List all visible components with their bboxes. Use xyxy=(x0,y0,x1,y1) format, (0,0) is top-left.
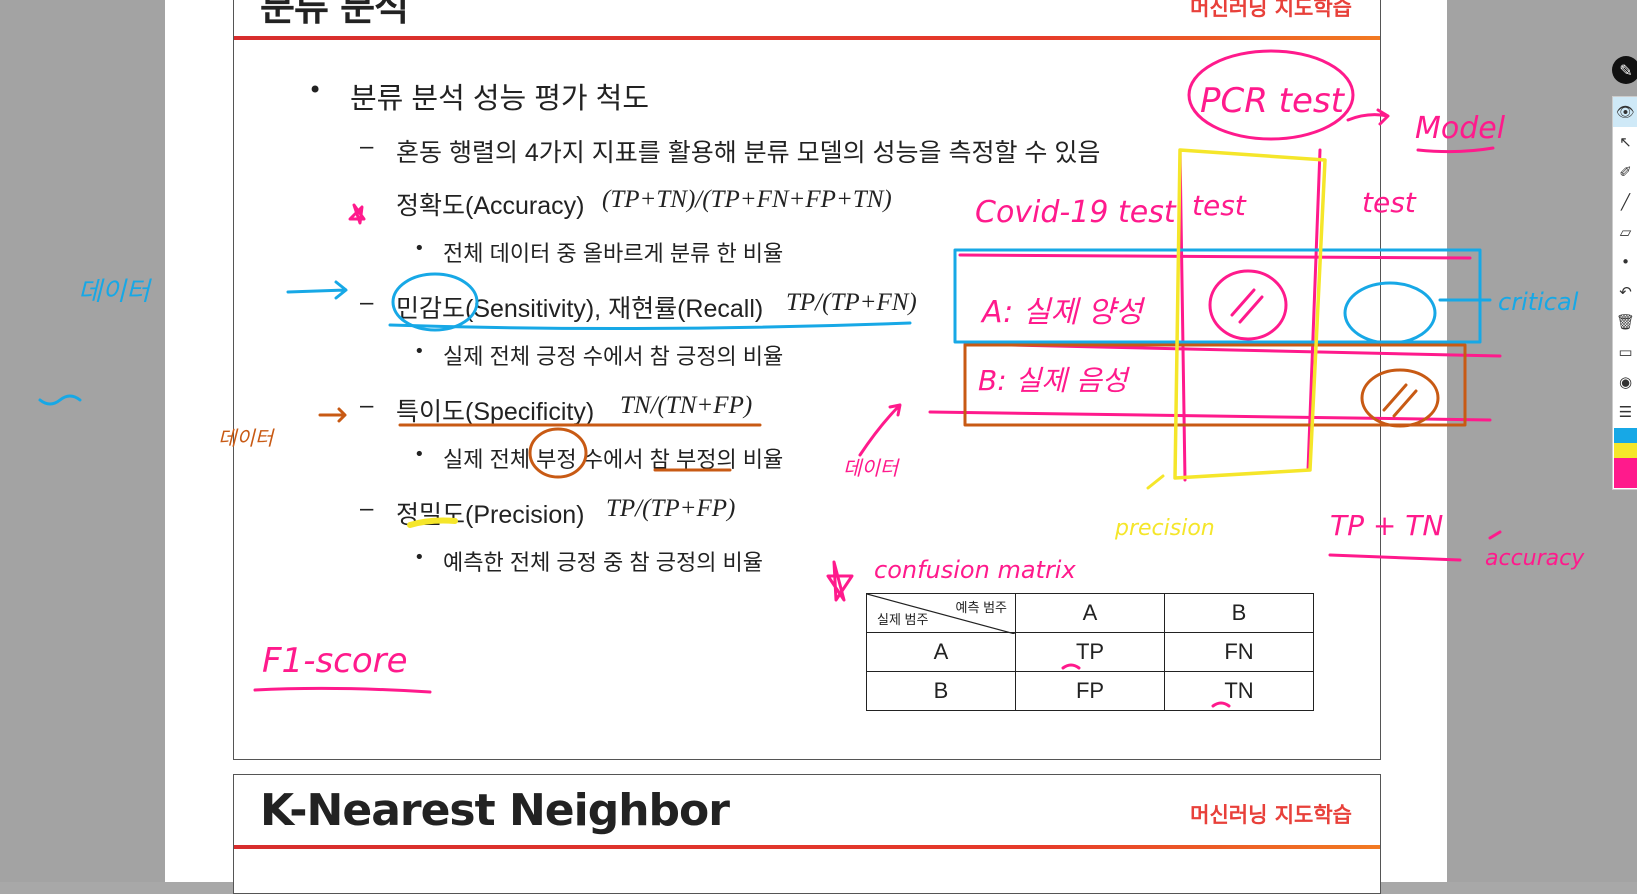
color-palette[interactable] xyxy=(1614,428,1637,488)
pen-menu-icon[interactable]: ✎ xyxy=(1612,56,1637,84)
highlighter-icon[interactable]: ✐ xyxy=(1613,157,1637,187)
color-cyan[interactable] xyxy=(1614,428,1637,443)
corner-predicted-label: 예측 범주 xyxy=(955,600,1007,615)
undo-icon[interactable]: ↶ xyxy=(1613,277,1637,307)
camera-icon[interactable]: ◉ xyxy=(1613,367,1637,397)
color-pink[interactable] xyxy=(1614,458,1637,473)
title-divider xyxy=(234,36,1380,40)
matrix-cell-fp: FP xyxy=(1015,671,1165,711)
metric-accuracy-name: 정확도(Accuracy) xyxy=(396,192,585,220)
dash-bullet: – xyxy=(360,289,374,316)
slide-title: K-Nearest Neighbor xyxy=(260,785,730,836)
whiteboard-icon[interactable]: ▭ xyxy=(1613,337,1637,367)
metric-accuracy-desc: 전체 데이터 중 올바르게 분류 한 비율 xyxy=(443,241,784,266)
matrix-row-a: A xyxy=(866,632,1016,672)
slide-title: 분류 분석 xyxy=(260,0,409,29)
clipboard-icon[interactable]: ☰ xyxy=(1613,397,1637,427)
intro-text: 혼동 행렬의 4가지 지표를 활용해 분류 모델의 성능을 측정할 수 있음 xyxy=(396,139,1101,167)
trash-icon[interactable]: 🗑 xyxy=(1613,307,1637,337)
title-divider xyxy=(234,845,1380,849)
color-pink-2[interactable] xyxy=(1614,473,1637,488)
eye-icon[interactable]: 👁 xyxy=(1613,97,1637,127)
metric-precision-formula: TP/(TP+FP) xyxy=(606,495,736,522)
pen-icon[interactable]: ╱ xyxy=(1613,187,1637,217)
metric-recall-formula: TP/(TP+FN) xyxy=(786,289,917,316)
metric-specificity-name: 특이도(Specificity) xyxy=(396,398,595,426)
sub-bullet: • xyxy=(414,547,425,568)
brand-label: 머신러닝 지도학습 xyxy=(1190,803,1352,827)
matrix-cell-tn: TN xyxy=(1164,671,1314,711)
dash-bullet: – xyxy=(360,495,374,522)
metric-specificity-desc: 실제 전체 부정 수에서 참 부정의 비율 xyxy=(443,447,784,472)
metric-accuracy-formula: (TP+TN)/(TP+FN+FP+TN) xyxy=(602,186,892,213)
sub-bullet: • xyxy=(414,444,425,465)
matrix-row-b: B xyxy=(866,671,1016,711)
confusion-matrix-table: 예측 범주 실제 범주 A B A TP FN B FP TN xyxy=(866,593,1314,711)
metric-recall-name: 민감도(Sensitivity), 재현률(Recall) xyxy=(396,295,764,323)
metric-recall-desc: 실제 전체 긍정 수에서 참 긍정의 비율 xyxy=(443,344,784,369)
pointer-icon[interactable]: ↖ xyxy=(1613,127,1637,157)
sub-bullet: • xyxy=(414,238,425,259)
matrix-header-b: B xyxy=(1164,593,1314,633)
matrix-header-a: A xyxy=(1015,593,1165,633)
eraser-icon[interactable]: ▱ xyxy=(1613,217,1637,247)
brand-label: 머신러닝 지도학습 xyxy=(1190,0,1352,20)
matrix-cell-tp: TP xyxy=(1015,632,1165,672)
dash-bullet: – xyxy=(360,392,374,419)
matrix-cell-fn: FN xyxy=(1164,632,1314,672)
matrix-corner-cell: 예측 범주 실제 범주 xyxy=(866,593,1016,634)
heading-text: 분류 분석 성능 평가 척도 xyxy=(350,83,650,115)
bullet-dot: • xyxy=(308,76,323,104)
sub-bullet: • xyxy=(414,341,425,362)
color-yellow[interactable] xyxy=(1614,443,1637,458)
metric-precision-name: 정밀도(Precision) xyxy=(396,501,585,529)
metric-specificity-formula: TN/(TN+FP) xyxy=(620,392,753,419)
metric-precision-desc: 예측한 전체 긍정 중 참 긍정의 비율 xyxy=(443,550,764,575)
slide-knn: K-Nearest Neighbor 머신러닝 지도학습 xyxy=(233,774,1381,894)
dot-icon[interactable]: • xyxy=(1613,247,1637,277)
dash-bullet: – xyxy=(360,133,374,160)
corner-actual-label: 실제 범주 xyxy=(877,612,929,627)
